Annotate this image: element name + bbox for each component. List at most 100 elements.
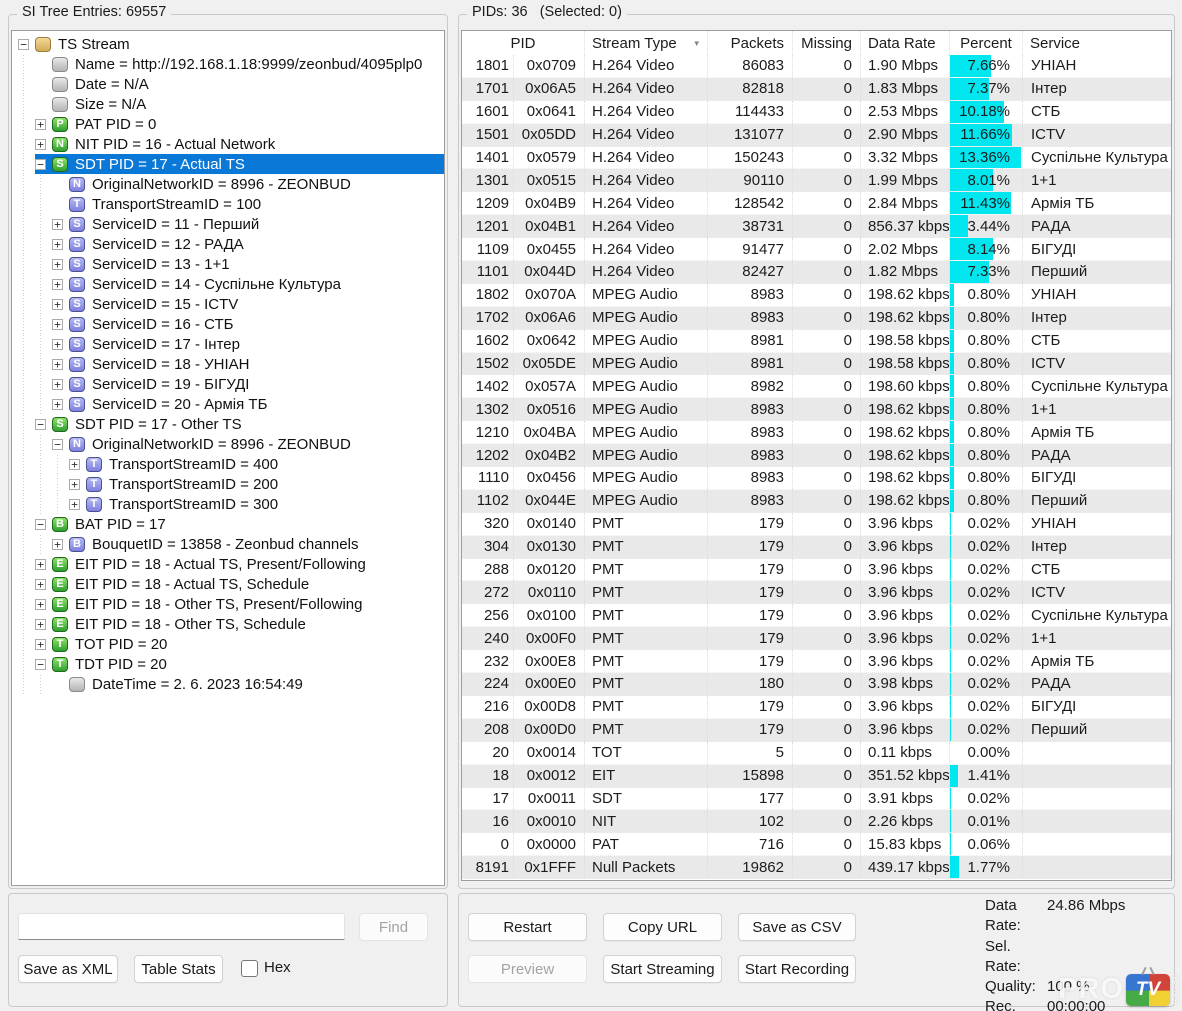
expand-plus-icon[interactable]: +	[52, 359, 63, 370]
expand-plus-icon[interactable]: +	[52, 399, 63, 410]
table-row[interactable]: 3040x0130PMT17903.96 kbps0.02%Інтер	[462, 536, 1171, 559]
table-row[interactable]: 12100x04BAMPEG Audio89830198.62 kbps0.80…	[462, 421, 1171, 444]
expand-plus-icon[interactable]: +	[35, 559, 46, 570]
start-streaming-button[interactable]: Start Streaming	[603, 955, 722, 983]
expand-plus-icon[interactable]: +	[35, 579, 46, 590]
collapse-minus-icon[interactable]: −	[35, 659, 46, 670]
tree-row[interactable]: +SServiceID = 18 - УНІАН	[12, 354, 444, 374]
collapse-minus-icon[interactable]: −	[52, 439, 63, 450]
table-row[interactable]: 14020x057AMPEG Audio89820198.60 kbps0.80…	[462, 375, 1171, 398]
expand-plus-icon[interactable]: +	[52, 239, 63, 250]
table-row[interactable]: 00x0000PAT716015.83 kbps0.06%	[462, 833, 1171, 856]
expand-plus-icon[interactable]: +	[35, 639, 46, 650]
table-row[interactable]: 14010x0579H.264 Video15024303.32 Mbps13.…	[462, 147, 1171, 170]
column-header-missing[interactable]: Missing	[793, 31, 861, 55]
tree-row[interactable]: −BBAT PID = 17	[12, 514, 444, 534]
find-button[interactable]: Find	[359, 913, 428, 941]
collapse-minus-icon[interactable]: −	[35, 519, 46, 530]
tree-row[interactable]: Name = http://192.168.1.18:9999/zeonbud/…	[12, 54, 444, 74]
table-row[interactable]: 11020x044EMPEG Audio89830198.62 kbps0.80…	[462, 490, 1171, 513]
tree-row[interactable]: +SServiceID = 19 - БІГУДІ	[12, 374, 444, 394]
tree-row[interactable]: +SServiceID = 20 - Армія ТБ	[12, 394, 444, 414]
table-row[interactable]: 17010x06A5H.264 Video8281801.83 Mbps7.37…	[462, 78, 1171, 101]
collapse-minus-icon[interactable]: −	[18, 39, 29, 50]
table-row[interactable]: 3200x0140PMT17903.96 kbps0.02%УНІАН	[462, 513, 1171, 536]
table-row[interactable]: 200x0014TOT500.11 kbps0.00%	[462, 742, 1171, 765]
hex-checkbox[interactable]	[241, 960, 258, 977]
tree-row[interactable]: TTransportStreamID = 100	[12, 194, 444, 214]
tree-row[interactable]: +EEIT PID = 18 - Actual TS, Present/Foll…	[12, 554, 444, 574]
tree-row[interactable]: DateTime = 2. 6. 2023 16:54:49	[12, 674, 444, 694]
table-row[interactable]: 13020x0516MPEG Audio89830198.62 kbps0.80…	[462, 398, 1171, 421]
expand-plus-icon[interactable]: +	[35, 119, 46, 130]
table-row[interactable]: 11100x0456MPEG Audio89830198.62 kbps0.80…	[462, 467, 1171, 490]
table-row[interactable]: 15010x05DDH.264 Video13107702.90 Mbps11.…	[462, 124, 1171, 147]
tree-row[interactable]: −TTDT PID = 20	[12, 654, 444, 674]
column-header-percent[interactable]: Percent	[950, 31, 1023, 55]
expand-plus-icon[interactable]: +	[69, 499, 80, 510]
expand-plus-icon[interactable]: +	[52, 279, 63, 290]
tree-row[interactable]: +SServiceID = 11 - Перший	[12, 214, 444, 234]
tree-row[interactable]: NOriginalNetworkID = 8996 - ZEONBUD	[12, 174, 444, 194]
table-row[interactable]: 2160x00D8PMT17903.96 kbps0.02%БІГУДІ	[462, 696, 1171, 719]
restart-button[interactable]: Restart	[468, 913, 587, 941]
expand-plus-icon[interactable]: +	[52, 539, 63, 550]
tree-row[interactable]: Date = N/A	[12, 74, 444, 94]
table-row[interactable]: 12020x04B2MPEG Audio89830198.62 kbps0.80…	[462, 444, 1171, 467]
tree-row[interactable]: +EEIT PID = 18 - Actual TS, Schedule	[12, 574, 444, 594]
tree-row[interactable]: +TTransportStreamID = 200	[12, 474, 444, 494]
expand-plus-icon[interactable]: +	[52, 259, 63, 270]
save-as-xml-button[interactable]: Save as XML	[18, 955, 118, 983]
expand-plus-icon[interactable]: +	[69, 479, 80, 490]
tree-row[interactable]: +PPAT PID = 0	[12, 114, 444, 134]
si-tree[interactable]: −TS StreamName = http://192.168.1.18:999…	[11, 30, 445, 886]
table-row[interactable]: 16020x0642MPEG Audio89810198.58 kbps0.80…	[462, 330, 1171, 353]
collapse-minus-icon[interactable]: −	[35, 159, 46, 170]
expand-plus-icon[interactable]: +	[35, 599, 46, 610]
tree-row[interactable]: +NNIT PID = 16 - Actual Network	[12, 134, 444, 154]
copy-url-button[interactable]: Copy URL	[603, 913, 722, 941]
tree-row[interactable]: +SServiceID = 13 - 1+1	[12, 254, 444, 274]
collapse-minus-icon[interactable]: −	[35, 419, 46, 430]
column-header-pid[interactable]: PID	[462, 31, 585, 55]
tree-row[interactable]: −TS Stream	[12, 34, 444, 54]
tree-row[interactable]: +BBouquetID = 13858 - Zeonbud channels	[12, 534, 444, 554]
table-row[interactable]: 15020x05DEMPEG Audio89810198.58 kbps0.80…	[462, 353, 1171, 376]
table-row[interactable]: 2080x00D0PMT17903.96 kbps0.02%Перший	[462, 719, 1171, 742]
table-row[interactable]: 12090x04B9H.264 Video12854202.84 Mbps11.…	[462, 192, 1171, 215]
table-row[interactable]: 2560x0100PMT17903.96 kbps0.02%Суспільне …	[462, 604, 1171, 627]
tree-row[interactable]: +TTOT PID = 20	[12, 634, 444, 654]
preview-button[interactable]: Preview	[468, 955, 587, 983]
tree-row[interactable]: +SServiceID = 14 - Суспільне Культура	[12, 274, 444, 294]
expand-plus-icon[interactable]: +	[52, 379, 63, 390]
column-header-packets[interactable]: Packets	[708, 31, 793, 55]
table-row[interactable]: 180x0012EIT158980351.52 kbps1.41%	[462, 765, 1171, 788]
table-row[interactable]: 17020x06A6MPEG Audio89830198.62 kbps0.80…	[462, 307, 1171, 330]
expand-plus-icon[interactable]: +	[35, 139, 46, 150]
column-header-data-rate[interactable]: Data Rate	[861, 31, 950, 55]
table-row[interactable]: 81910x1FFFNull Packets198620439.17 kbps1…	[462, 856, 1171, 879]
table-row[interactable]: 11010x044DH.264 Video8242701.82 Mbps7.33…	[462, 261, 1171, 284]
expand-plus-icon[interactable]: +	[52, 339, 63, 350]
table-row[interactable]: 2400x00F0PMT17903.96 kbps0.02%1+1	[462, 627, 1171, 650]
table-row[interactable]: 12010x04B1H.264 Video387310856.37 kbps3.…	[462, 215, 1171, 238]
table-row[interactable]: 160x0010NIT10202.26 kbps0.01%	[462, 810, 1171, 833]
table-row[interactable]: 2880x0120PMT17903.96 kbps0.02%СТБ	[462, 559, 1171, 582]
table-row[interactable]: 2720x0110PMT17903.96 kbps0.02%ICTV	[462, 581, 1171, 604]
tree-row[interactable]: +SServiceID = 15 - ICTV	[12, 294, 444, 314]
tree-row[interactable]: +EEIT PID = 18 - Other TS, Schedule	[12, 614, 444, 634]
tree-row[interactable]: +TTransportStreamID = 300	[12, 494, 444, 514]
column-header-stream-type[interactable]: Stream Type ▼	[585, 31, 708, 55]
start-recording-button[interactable]: Start Recording	[738, 955, 856, 983]
expand-plus-icon[interactable]: +	[52, 299, 63, 310]
expand-plus-icon[interactable]: +	[35, 619, 46, 630]
table-row[interactable]: 18020x070AMPEG Audio89830198.62 kbps0.80…	[462, 284, 1171, 307]
save-as-csv-button[interactable]: Save as CSV	[738, 913, 856, 941]
find-input[interactable]	[18, 913, 345, 940]
tree-row[interactable]: −NOriginalNetworkID = 8996 - ZEONBUD	[12, 434, 444, 454]
table-row[interactable]: 11090x0455H.264 Video9147702.02 Mbps8.14…	[462, 238, 1171, 261]
tree-row[interactable]: Size = N/A	[12, 94, 444, 114]
table-row[interactable]: 18010x0709H.264 Video8608301.90 Mbps7.66…	[462, 55, 1171, 78]
table-row[interactable]: 16010x0641H.264 Video11443302.53 Mbps10.…	[462, 101, 1171, 124]
tree-row[interactable]: −SSDT PID = 17 - Other TS	[12, 414, 444, 434]
